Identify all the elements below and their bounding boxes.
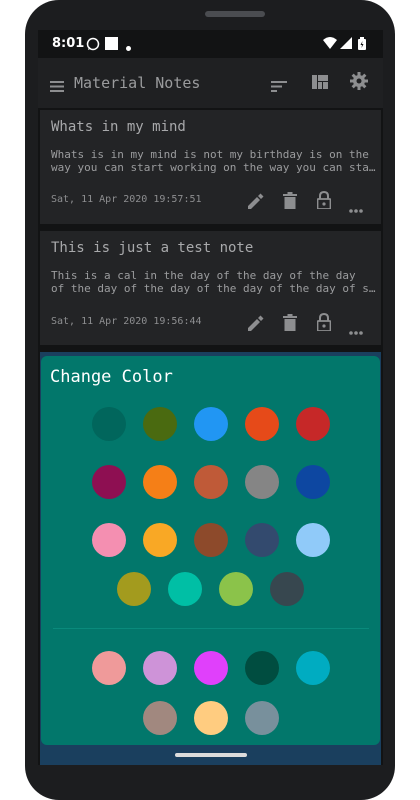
trash-icon[interactable] — [283, 314, 297, 335]
color-swatch[interactable] — [245, 407, 279, 441]
color-swatch[interactable] — [194, 651, 228, 685]
color-swatch[interactable] — [194, 407, 228, 441]
color-swatch[interactable] — [143, 701, 177, 735]
note-body-line: of the day of the day of the day of the … — [51, 282, 377, 295]
photo-icon — [105, 37, 118, 54]
lock-icon[interactable] — [316, 190, 332, 213]
note-date: Sat, 11 Apr 2020 19:56:44 — [51, 316, 202, 327]
color-swatch[interactable] — [117, 572, 151, 606]
gear-icon[interactable] — [350, 72, 368, 94]
note-date: Sat, 11 Apr 2020 19:57:51 — [51, 194, 202, 205]
note-body-line: This is a cal in the day of the day of t… — [51, 269, 356, 282]
note-body-line: way you can start working on the way you… — [51, 161, 377, 174]
change-color-dialog: Change Color — [41, 356, 380, 745]
color-swatch[interactable] — [92, 523, 126, 557]
color-swatch[interactable] — [92, 465, 126, 499]
screen: 8:01 Material Notes Whats in my mind Wha… — [38, 30, 383, 765]
note-title: Whats in my mind — [51, 119, 186, 135]
color-swatch[interactable] — [270, 572, 304, 606]
color-swatch[interactable] — [143, 523, 177, 557]
whatsapp-icon — [86, 37, 100, 55]
speaker — [205, 11, 265, 17]
color-swatch[interactable] — [194, 523, 228, 557]
dialog-title: Change Color — [50, 367, 173, 387]
color-swatch[interactable] — [168, 572, 202, 606]
dot-icon — [126, 40, 131, 55]
color-swatch[interactable] — [245, 651, 279, 685]
note-title: This is just a test note — [51, 240, 254, 256]
color-swatch[interactable] — [194, 701, 228, 735]
lock-icon[interactable] — [316, 312, 332, 335]
color-swatch[interactable] — [219, 572, 253, 606]
color-swatch[interactable] — [296, 523, 330, 557]
menu-icon[interactable] — [50, 77, 64, 96]
pencil-icon[interactable] — [248, 315, 264, 335]
color-swatch[interactable] — [194, 465, 228, 499]
trash-icon[interactable] — [283, 192, 297, 213]
note-body-line: Whats is in my mind is not my birthday i… — [51, 148, 369, 161]
dashboard-icon[interactable] — [312, 74, 328, 93]
note-card[interactable]: Whats in my mind Whats is in my mind is … — [40, 110, 381, 224]
color-swatch[interactable] — [296, 465, 330, 499]
note-card[interactable]: This is just a test note This is a cal i… — [40, 231, 381, 345]
gesture-nav-bar[interactable] — [175, 753, 247, 757]
battery-icon — [358, 37, 366, 54]
status-bar: 8:01 — [38, 30, 383, 58]
color-swatch[interactable] — [92, 651, 126, 685]
more-horiz-icon[interactable] — [349, 198, 363, 217]
color-swatch[interactable] — [245, 701, 279, 735]
signal-icon — [340, 37, 352, 53]
color-swatch[interactable] — [245, 465, 279, 499]
color-swatch[interactable] — [143, 407, 177, 441]
status-time: 8:01 — [52, 36, 85, 51]
color-swatch[interactable] — [245, 523, 279, 557]
sort-icon[interactable] — [271, 77, 287, 96]
color-swatch[interactable] — [296, 407, 330, 441]
app-title: Material Notes — [74, 74, 201, 92]
wifi-icon — [323, 37, 337, 53]
dialog-divider — [53, 628, 369, 629]
color-swatch[interactable] — [92, 407, 126, 441]
color-swatch[interactable] — [143, 465, 177, 499]
more-horiz-icon[interactable] — [349, 320, 363, 339]
pencil-icon[interactable] — [248, 193, 264, 213]
color-swatch[interactable] — [296, 651, 330, 685]
color-swatch[interactable] — [143, 651, 177, 685]
app-bar: Material Notes — [38, 58, 383, 108]
